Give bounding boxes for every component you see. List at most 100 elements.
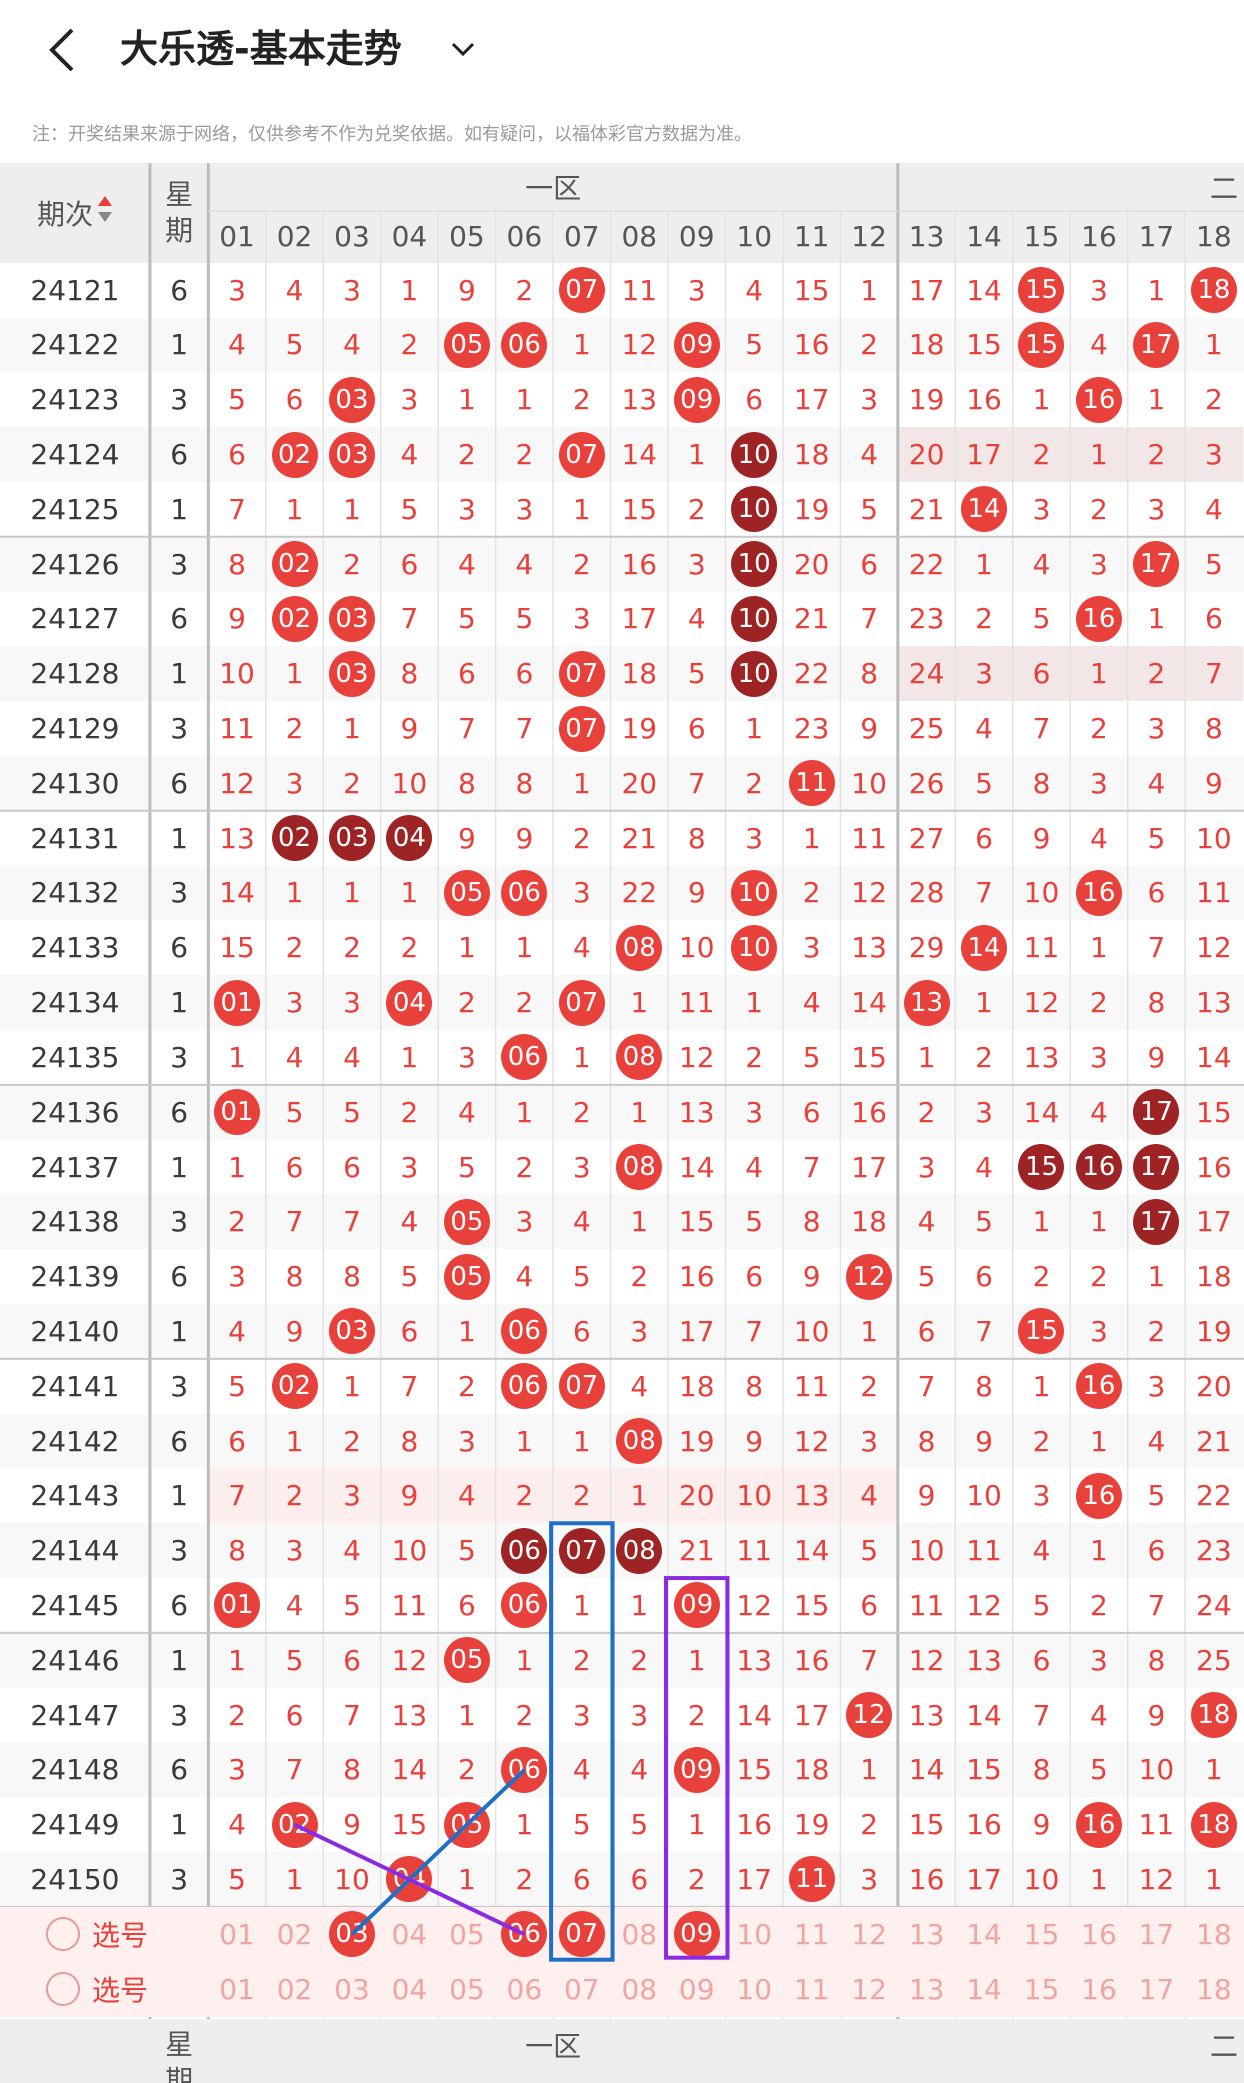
trend-cell[interactable]: 03 <box>323 811 380 866</box>
drawn-number-ball[interactable]: 05 <box>443 1198 490 1245</box>
trend-cell[interactable]: 06 <box>496 1030 553 1085</box>
trend-cell[interactable]: 07 <box>553 646 610 701</box>
drawn-number-ball[interactable]: 09 <box>673 1746 720 1793</box>
select-cell[interactable]: 16 <box>1070 1907 1127 1962</box>
trend-cell[interactable]: 08 <box>611 920 668 975</box>
trend-cell[interactable]: 16 <box>1070 1359 1127 1414</box>
select-number-label[interactable]: 选号 <box>92 1914 148 1954</box>
select-cell[interactable]: 17 <box>1128 1907 1185 1962</box>
radio-circle-icon[interactable] <box>46 1917 80 1952</box>
drawn-number-ball[interactable]: 16 <box>1075 376 1122 423</box>
drawn-number-ball[interactable]: 07 <box>558 1363 605 1410</box>
trend-cell[interactable]: 08 <box>611 1030 668 1085</box>
trend-cell[interactable]: 06 <box>496 1578 553 1633</box>
drawn-number-ball[interactable]: 05 <box>443 1253 490 1300</box>
trend-cell[interactable]: 10 <box>725 482 782 537</box>
drawn-number-ball[interactable]: 10 <box>731 650 778 697</box>
drawn-number-ball[interactable]: 05 <box>443 1801 490 1848</box>
drawn-number-ball[interactable]: 07 <box>558 705 605 752</box>
drawn-number-ball[interactable]: 01 <box>214 1089 261 1136</box>
trend-cell[interactable]: 15 <box>1013 318 1070 373</box>
trend-cell[interactable]: 03 <box>323 592 380 647</box>
select-cell[interactable]: 14 <box>955 1907 1012 1962</box>
trend-cell[interactable]: 04 <box>381 1852 438 1907</box>
trend-cell[interactable]: 05 <box>438 1249 495 1304</box>
trend-cell[interactable]: 05 <box>438 1797 495 1852</box>
select-row-label[interactable]: 选号 <box>0 1907 208 1962</box>
drawn-number-ball[interactable]: 08 <box>616 1527 663 1574</box>
radio-circle-icon[interactable] <box>46 1972 80 2007</box>
trend-cell[interactable]: 07 <box>553 1359 610 1414</box>
drawn-number-ball[interactable]: 16 <box>1075 595 1122 642</box>
trend-cell[interactable]: 17 <box>1128 1194 1185 1249</box>
trend-cell[interactable]: 06 <box>496 1523 553 1578</box>
select-cell[interactable]: 11 <box>783 1907 840 1962</box>
trend-cell[interactable]: 16 <box>1070 1468 1127 1523</box>
drawn-number-ball[interactable]: 16 <box>1075 1363 1122 1410</box>
select-cell[interactable]: 07 <box>553 1962 610 2017</box>
select-cell[interactable]: 06 <box>496 1962 553 2017</box>
select-cell[interactable]: 18 <box>1185 1907 1242 1962</box>
trend-cell[interactable]: 03 <box>323 372 380 427</box>
trend-cell[interactable]: 06 <box>496 1304 553 1359</box>
trend-cell[interactable]: 18 <box>1185 263 1242 318</box>
select-cell[interactable]: 01 <box>208 1962 265 2017</box>
select-cell[interactable]: 03 <box>323 1907 380 1962</box>
select-cell[interactable]: 12 <box>840 1907 897 1962</box>
drawn-number-ball[interactable]: 02 <box>271 815 318 862</box>
drawn-number-ball[interactable]: 01 <box>214 1582 261 1629</box>
drawn-number-ball[interactable]: 07 <box>558 979 605 1026</box>
select-row-label[interactable]: 选号 <box>0 1962 208 2017</box>
trend-cell[interactable]: 08 <box>611 1523 668 1578</box>
select-cell[interactable]: 02 <box>266 1907 323 1962</box>
trend-cell[interactable]: 15 <box>1013 1140 1070 1195</box>
drawn-number-ball[interactable]: 08 <box>616 924 663 971</box>
drawn-number-ball[interactable]: 16 <box>1075 1472 1122 1519</box>
trend-cell[interactable]: 17 <box>1128 537 1185 592</box>
trend-cell[interactable]: 09 <box>668 1742 725 1797</box>
trend-cell[interactable]: 16 <box>1070 372 1127 427</box>
drawn-number-ball[interactable]: 06 <box>501 1363 548 1410</box>
drawn-number-ball[interactable]: 11 <box>788 1856 835 1903</box>
trend-cell[interactable]: 10 <box>725 592 782 647</box>
trend-cell[interactable]: 02 <box>266 537 323 592</box>
trend-cell[interactable]: 08 <box>611 1140 668 1195</box>
selected-number-ball[interactable]: 06 <box>501 1911 548 1958</box>
trend-cell[interactable]: 13 <box>898 975 955 1030</box>
trend-cell[interactable]: 06 <box>496 1359 553 1414</box>
select-cell[interactable]: 16 <box>1070 1962 1127 2017</box>
select-cell[interactable]: 09 <box>668 1962 725 2017</box>
trend-cell[interactable]: 05 <box>438 1633 495 1688</box>
trend-cell[interactable]: 04 <box>381 811 438 866</box>
drawn-number-ball[interactable]: 13 <box>903 979 950 1026</box>
trend-cell[interactable]: 01 <box>208 975 265 1030</box>
issue-header[interactable]: 期次 <box>0 163 150 263</box>
drawn-number-ball[interactable]: 05 <box>443 869 490 916</box>
select-cell[interactable]: 04 <box>381 1962 438 2017</box>
select-cell[interactable]: 08 <box>611 1962 668 2017</box>
trend-cell[interactable]: 10 <box>725 920 782 975</box>
selected-number-ball[interactable]: 09 <box>673 1911 720 1958</box>
trend-cell[interactable]: 01 <box>208 1578 265 1633</box>
trend-cell[interactable]: 11 <box>783 1852 840 1907</box>
select-cell[interactable]: 13 <box>898 1907 955 1962</box>
trend-cell[interactable]: 10 <box>725 537 782 592</box>
drawn-number-ball[interactable]: 10 <box>731 595 778 642</box>
drawn-number-ball[interactable]: 17 <box>1133 541 1180 588</box>
trend-cell[interactable]: 12 <box>840 1688 897 1743</box>
select-cell[interactable]: 01 <box>208 1907 265 1962</box>
select-cell[interactable]: 13 <box>898 1962 955 2017</box>
drawn-number-ball[interactable]: 04 <box>386 815 433 862</box>
drawn-number-ball[interactable]: 10 <box>731 924 778 971</box>
drawn-number-ball[interactable]: 10 <box>731 486 778 533</box>
select-cell[interactable]: 10 <box>725 1907 782 1962</box>
drawn-number-ball[interactable]: 06 <box>501 1582 548 1629</box>
drawn-number-ball[interactable]: 16 <box>1075 1801 1122 1848</box>
select-cell[interactable]: 07 <box>553 1907 610 1962</box>
trend-cell[interactable]: 18 <box>1185 1797 1242 1852</box>
drawn-number-ball[interactable]: 02 <box>271 1801 318 1848</box>
trend-cell[interactable]: 08 <box>611 1414 668 1469</box>
drawn-number-ball[interactable]: 12 <box>846 1692 893 1739</box>
select-cell[interactable]: 09 <box>668 1907 725 1962</box>
trend-cell[interactable]: 16 <box>1070 866 1127 921</box>
